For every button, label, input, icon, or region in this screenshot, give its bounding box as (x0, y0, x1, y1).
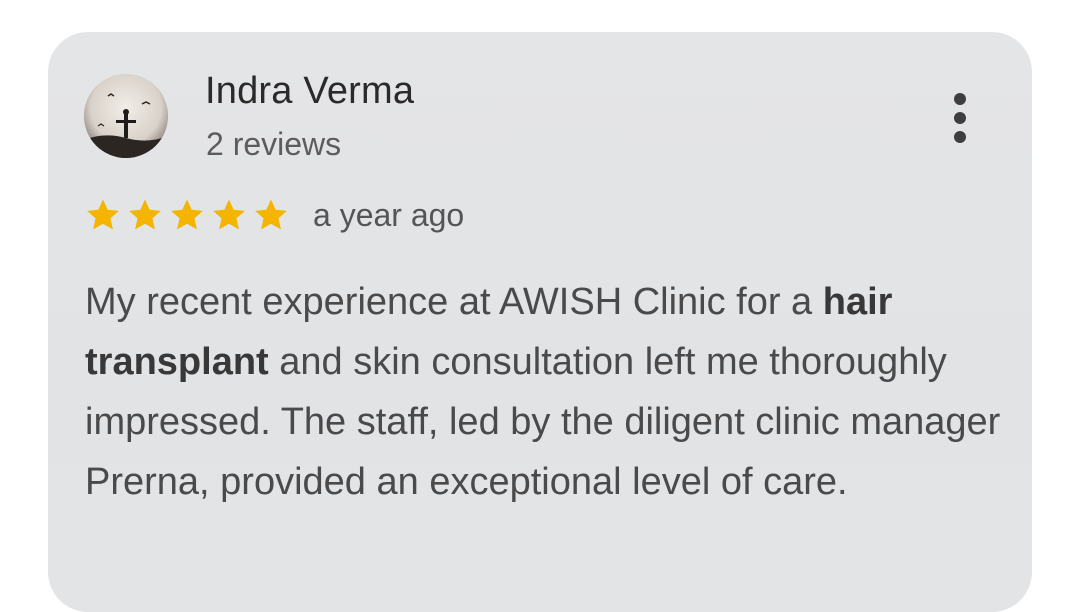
more-vert-icon-dot (954, 131, 966, 143)
star-icon (171, 199, 203, 230)
review-text-part: My recent experience at AWISH Clinic for… (85, 281, 823, 323)
review-time: a year ago (313, 197, 465, 233)
star-icon (87, 199, 119, 230)
more-vert-icon-dot (954, 112, 966, 124)
author-review-count: 2 reviews (206, 126, 342, 162)
avatar-image (84, 74, 168, 158)
star-icon (129, 199, 161, 230)
review-text: My recent experience at AWISH Clinic for… (85, 272, 1015, 512)
author-name[interactable]: Indra Verma (205, 70, 414, 113)
more-vert-icon (954, 93, 966, 105)
rating-stars (84, 196, 290, 234)
author-avatar[interactable] (84, 74, 168, 158)
more-options-button[interactable] (938, 88, 982, 148)
star-icon (213, 199, 245, 230)
star-icon (255, 199, 287, 230)
